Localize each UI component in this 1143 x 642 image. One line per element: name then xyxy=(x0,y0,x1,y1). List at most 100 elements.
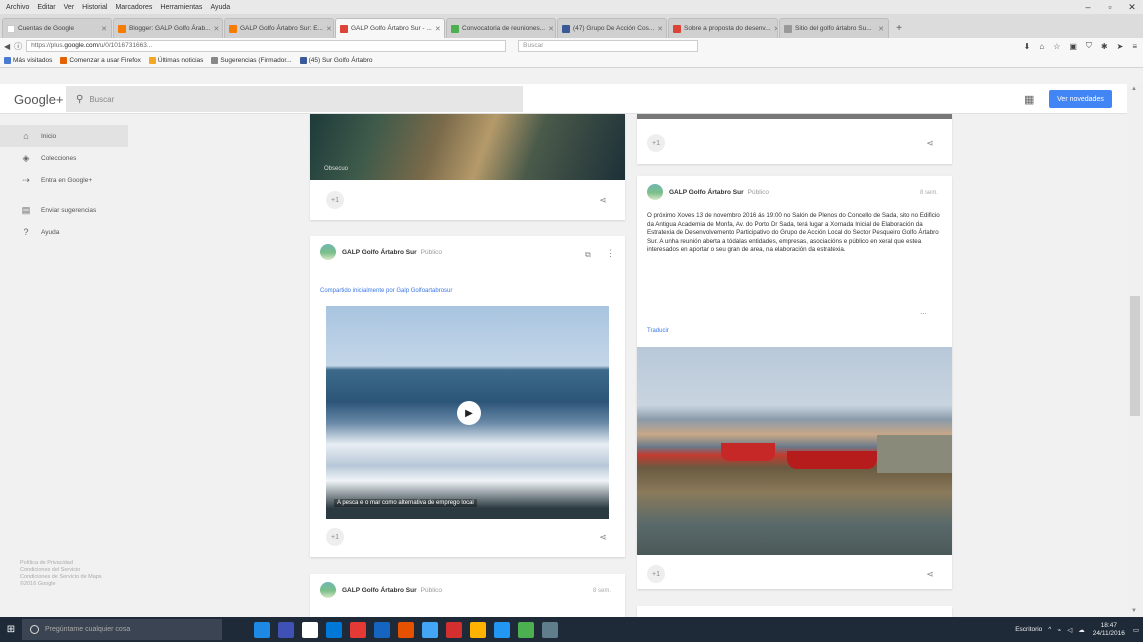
network-icon[interactable]: ⌁ xyxy=(1057,626,1061,634)
share-icon[interactable]: ⋖ xyxy=(921,134,939,152)
tray-chevron-icon[interactable]: ^ xyxy=(1048,626,1051,633)
post-image-strip[interactable] xyxy=(637,114,952,119)
close-tab-icon[interactable]: ✕ xyxy=(654,25,663,33)
play-icon[interactable]: ▶ xyxy=(457,401,481,425)
desktop-label[interactable]: Escritorio xyxy=(1015,626,1042,633)
sidebar-item-feedback[interactable]: ▤ Enviar sugerencias xyxy=(0,199,145,221)
avatar[interactable] xyxy=(647,184,663,200)
app-icon[interactable] xyxy=(350,621,366,638)
gplus-search-input[interactable]: ⚲ Buscar xyxy=(66,86,523,112)
new-tab-icon[interactable]: + xyxy=(890,18,908,38)
post-author[interactable]: GALP Golfo Ártabro Sur xyxy=(669,189,744,196)
star-icon[interactable]: ☆ xyxy=(1053,42,1060,51)
sidebar-item-join[interactable]: ⇢ Entra en Google+ xyxy=(0,169,145,191)
plus-one-icon[interactable]: +1 xyxy=(647,134,665,152)
minimize-icon[interactable]: – xyxy=(1077,0,1099,14)
close-window-icon[interactable]: ✕ xyxy=(1121,0,1143,14)
info-icon[interactable]: ⓘ xyxy=(14,41,22,52)
close-tab-icon[interactable]: ✕ xyxy=(771,25,777,33)
download-icon[interactable]: ⬇ xyxy=(1024,42,1031,51)
store-icon[interactable] xyxy=(278,621,294,638)
windows-start-icon[interactable]: ⊞ xyxy=(0,617,22,642)
post-author[interactable]: GALP Golfo Ártabro Sur xyxy=(342,587,417,594)
library-icon[interactable]: ▣ xyxy=(1069,42,1077,51)
app-icon[interactable] xyxy=(302,621,318,638)
app-icon[interactable] xyxy=(518,621,534,638)
sidebar-item-help[interactable]: ? Ayuda xyxy=(0,221,145,243)
footer-link-privacy[interactable]: Política de Privacidad xyxy=(20,560,102,567)
menu-marcadores[interactable]: Marcadores xyxy=(115,4,152,11)
tab-sitio-golfo[interactable]: Sitio del golfo ártabro Su... ✕ xyxy=(779,18,889,38)
translate-link[interactable]: Traducir xyxy=(647,328,669,334)
post-image-harbor[interactable] xyxy=(637,347,952,555)
clock[interactable]: 18:47 24/11/2016 xyxy=(1093,622,1125,638)
tab-proposta[interactable]: Sobre a proposta do desenv...✕ xyxy=(668,18,778,38)
share-icon[interactable]: ⋖ xyxy=(594,528,612,546)
tab-cuentas-google[interactable]: Cuentas de Google ✕ xyxy=(2,18,112,38)
share-icon[interactable]: ⋖ xyxy=(921,565,939,583)
edge-icon[interactable] xyxy=(326,621,342,638)
menu-historial[interactable]: Historial xyxy=(82,4,107,11)
notifications-icon[interactable]: ▭ xyxy=(1133,626,1139,634)
footer-link-maps-terms[interactable]: Condiciones de Servicio de Maps xyxy=(20,574,102,581)
post-timestamp[interactable]: 8 sem. xyxy=(593,588,611,594)
bookmark-noticias[interactable]: Últimas noticias xyxy=(148,57,203,64)
scrollbar[interactable]: ▲ ▼ xyxy=(1127,84,1143,617)
maximize-icon[interactable]: ▫ xyxy=(1099,0,1121,14)
avatar[interactable] xyxy=(320,244,336,260)
plus-one-icon[interactable]: +1 xyxy=(326,191,344,209)
home-icon[interactable]: ⌂ xyxy=(1039,42,1044,51)
menu-icon[interactable]: ≡ xyxy=(1132,42,1137,51)
plus-one-icon[interactable]: +1 xyxy=(326,528,344,546)
video-thumbnail[interactable]: ▶ A pesca e o mar como alternativa de em… xyxy=(326,306,609,519)
taskbar-search-input[interactable]: Pregúntame cualquier cosa xyxy=(22,619,222,640)
app-icon[interactable] xyxy=(542,621,558,638)
volume-icon[interactable]: ◁ xyxy=(1067,626,1072,634)
expand-icon[interactable]: ⧉ xyxy=(585,250,591,260)
shared-by-link[interactable]: Compartido inicialmente por Galp Golfoar… xyxy=(320,288,452,294)
app-icon[interactable] xyxy=(494,621,510,638)
scroll-down-icon[interactable]: ▼ xyxy=(1131,608,1137,614)
avatar[interactable] xyxy=(320,582,336,598)
plus-one-icon[interactable]: +1 xyxy=(647,565,665,583)
close-tab-icon[interactable]: ✕ xyxy=(211,25,220,33)
menu-archivo[interactable]: Archivo xyxy=(6,4,29,11)
shield-icon[interactable]: ⛉ xyxy=(1086,41,1092,51)
close-tab-icon[interactable]: ✕ xyxy=(98,25,107,33)
more-dots-icon[interactable]: ⋯ xyxy=(920,310,927,318)
scroll-up-icon[interactable]: ▲ xyxy=(1131,86,1137,92)
acrobat-icon[interactable] xyxy=(446,621,462,638)
close-tab-icon[interactable]: ✕ xyxy=(545,25,554,33)
close-tab-icon[interactable]: ✕ xyxy=(875,25,884,33)
back-icon[interactable]: ◀ xyxy=(4,42,10,51)
extension-icon[interactable]: ✱ xyxy=(1101,42,1108,51)
firefox-icon[interactable] xyxy=(398,621,414,638)
share-icon[interactable]: ⋖ xyxy=(594,191,612,209)
post-timestamp[interactable]: 8 sem. xyxy=(920,190,938,196)
close-tab-icon[interactable]: ✕ xyxy=(432,25,441,33)
more-options-icon[interactable]: ⋮ xyxy=(606,248,615,259)
sidebar-item-home[interactable]: ⌂ Inicio xyxy=(0,125,128,147)
bookmark-firefox[interactable]: Comenzar a usar Firefox xyxy=(60,57,141,64)
menu-herramientas[interactable]: Herramientas xyxy=(160,4,202,11)
post-image-coast[interactable]: Obsecuo xyxy=(310,114,625,180)
url-bar[interactable]: https://plus. google.com/u/0/1016731663..… xyxy=(26,40,507,52)
post-author[interactable]: GALP Golfo Ártabro Sur xyxy=(342,249,417,256)
taskview-icon[interactable] xyxy=(254,621,270,638)
apps-grid-icon[interactable]: ▦ xyxy=(1024,93,1034,106)
app-icon[interactable] xyxy=(422,621,438,638)
tab-blogger[interactable]: Blogger: GALP Golfo Árab... ✕ xyxy=(113,18,223,38)
sidebar-item-collections[interactable]: ◈ Colecciones xyxy=(0,147,145,169)
send-icon[interactable]: ➤ xyxy=(1117,42,1124,51)
menu-editar[interactable]: Editar xyxy=(37,4,55,11)
bookmark-sugerencias[interactable]: Sugerencias (Firmador... xyxy=(211,57,292,64)
tab-facebook-grupo[interactable]: (47) Grupo De Acción Cos... ✕ xyxy=(557,18,667,38)
gplus-logo[interactable]: Google+ xyxy=(14,92,64,107)
browser-search-input[interactable]: Buscar xyxy=(518,40,699,52)
onedrive-icon[interactable]: ☁ xyxy=(1078,626,1085,634)
footer-link-terms[interactable]: Condiciones del Servicio xyxy=(20,567,102,574)
tab-galp-gplus[interactable]: GALP Golfo Ártabro Sur - ... ✕ xyxy=(335,18,445,38)
bookmark-mas-visitados[interactable]: Más visitados xyxy=(4,57,52,64)
scrollbar-thumb[interactable] xyxy=(1130,296,1140,416)
see-updates-button[interactable]: Ver novedades xyxy=(1049,90,1112,108)
